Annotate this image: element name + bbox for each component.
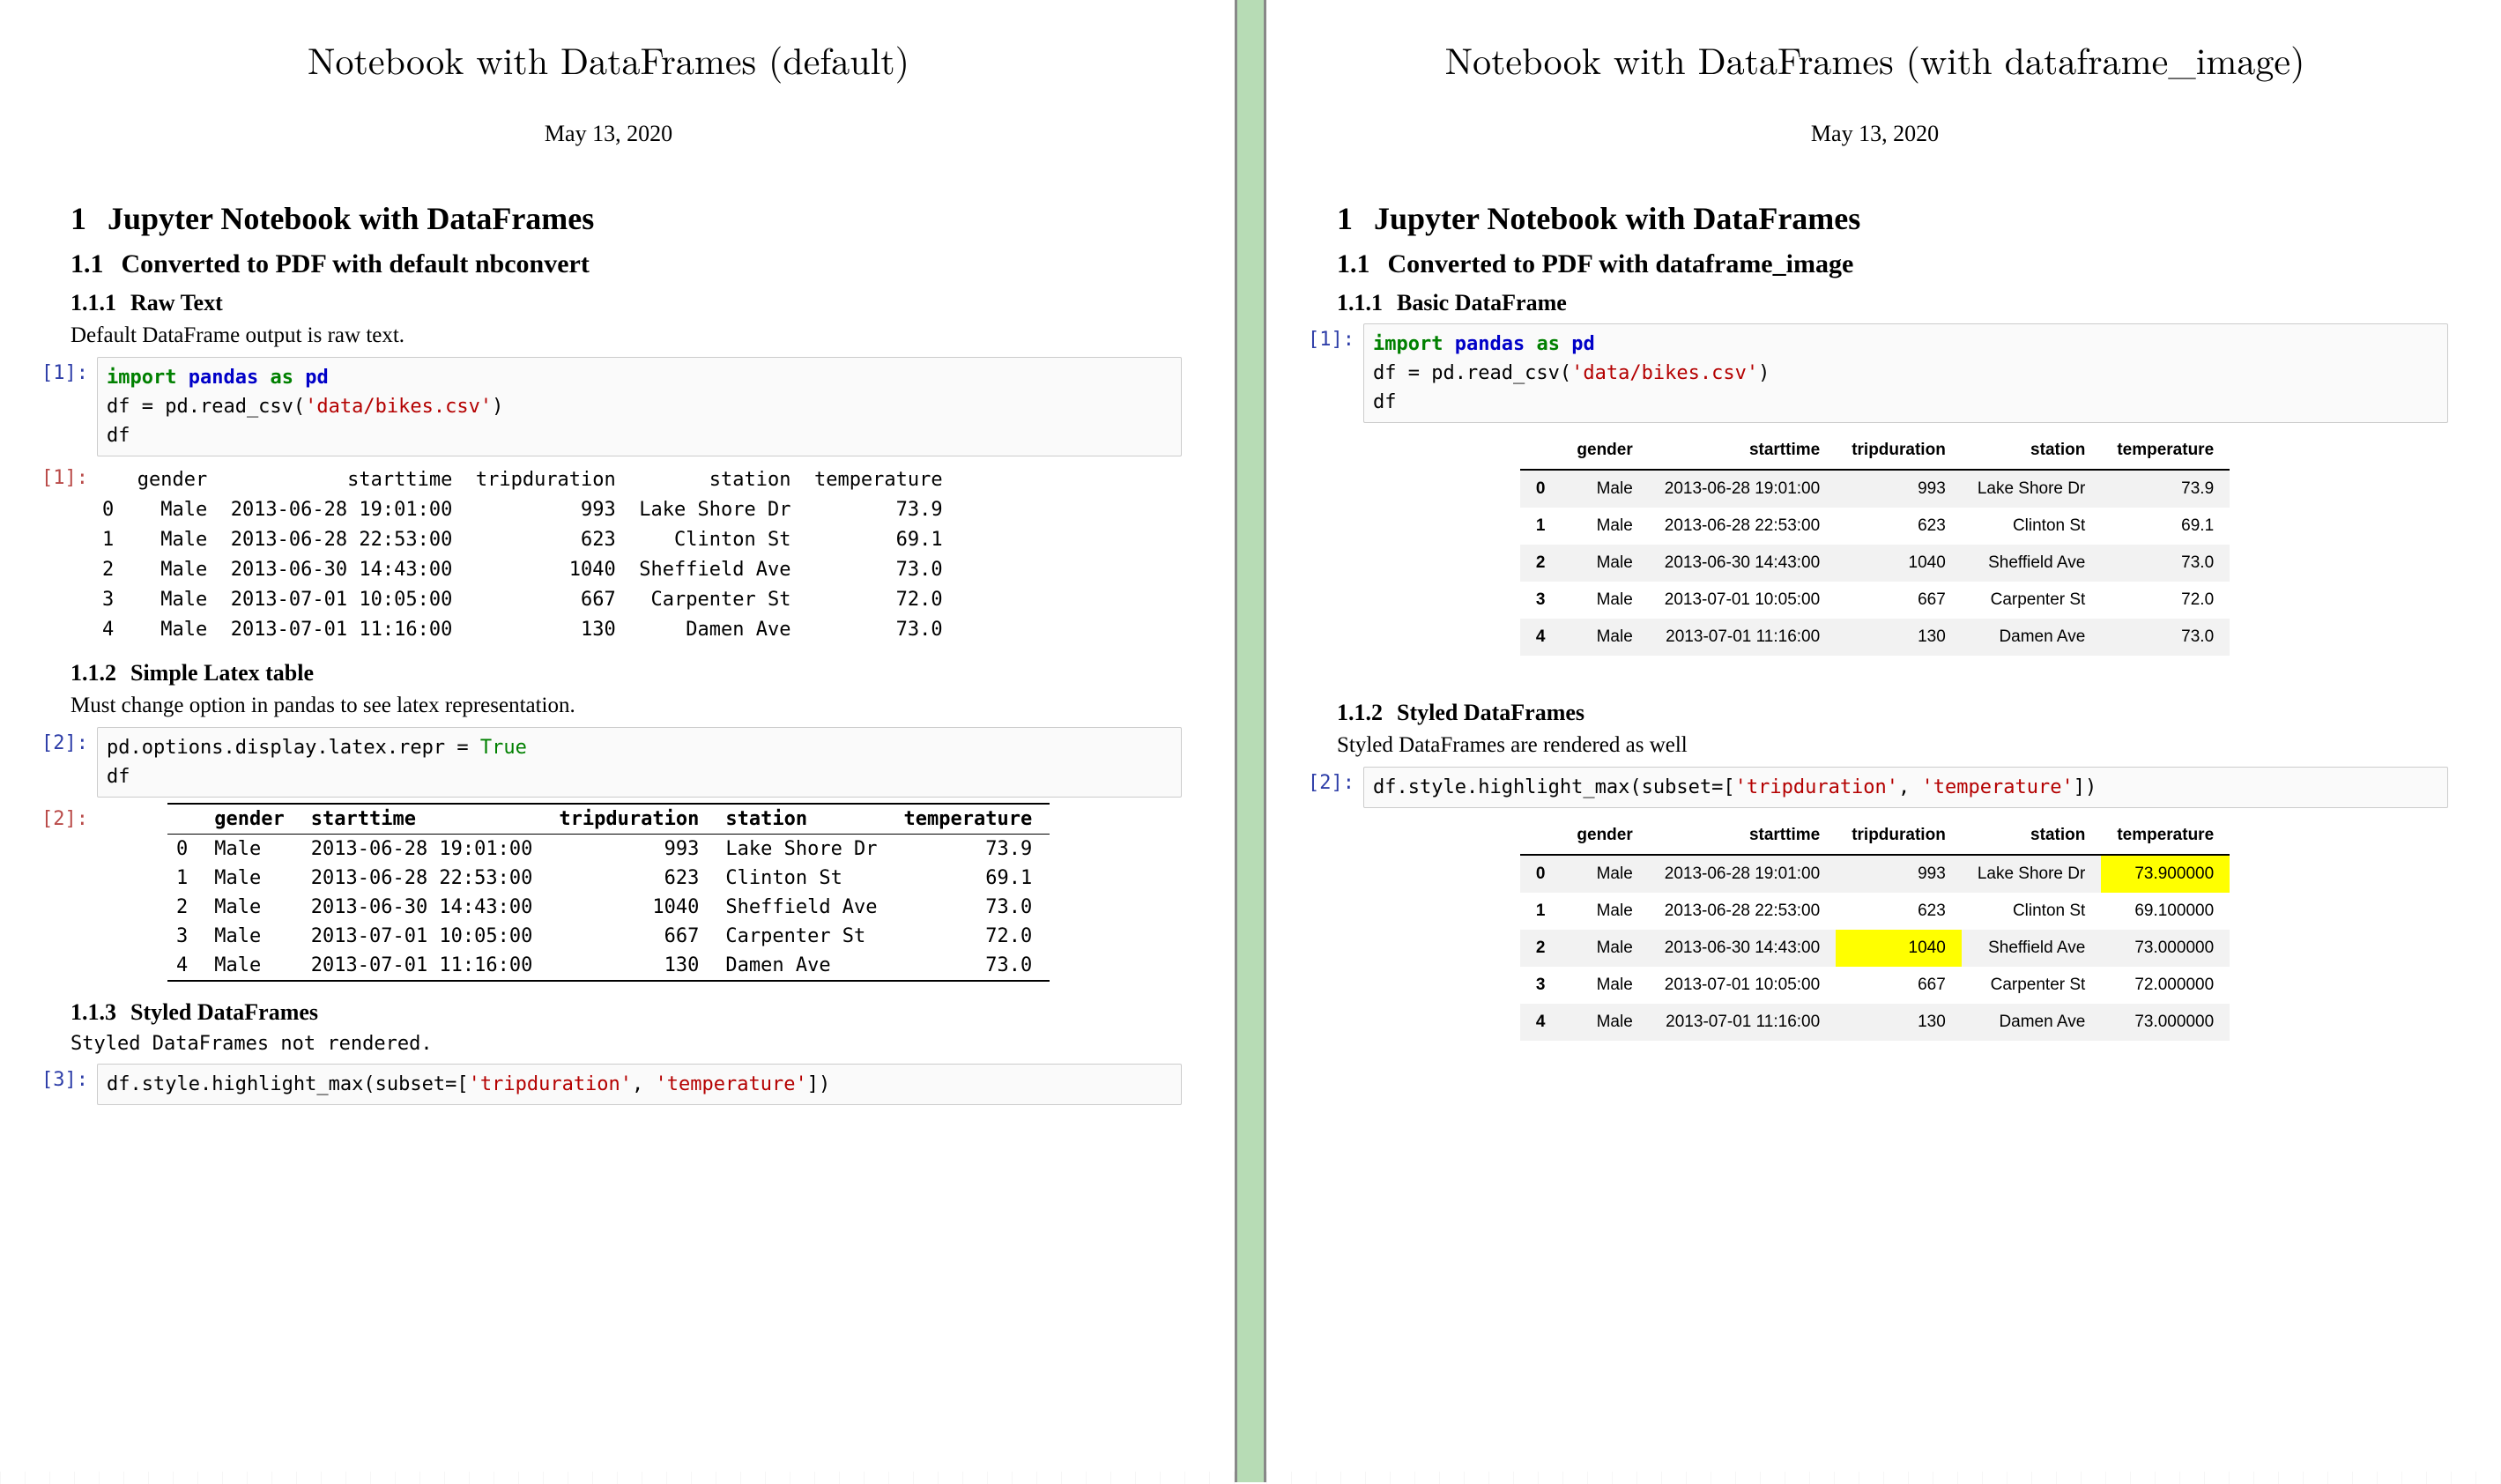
out-prompt: [1]: [35, 462, 97, 489]
right-in2-cell: [2]: df.style.highlight_max(subset=['tri… [1302, 767, 2448, 808]
comparison-container: Notebook with DataFrames (default) May 1… [0, 0, 2501, 1482]
code-block: import pandas as pd df = pd.read_csv('da… [97, 357, 1182, 456]
left-s111: 1.1.1Raw Text [71, 290, 1182, 316]
right-h2: 1.1Converted to PDF with dataframe_image [1337, 249, 2448, 279]
code-block: df.style.highlight_max(subset=['tripdura… [97, 1064, 1182, 1105]
code-block: pd.options.display.latex.repr = True df [97, 727, 1182, 798]
right-doc-date: May 13, 2020 [1302, 121, 2448, 147]
right-in1-cell: [1]: import pandas as pd df = pd.read_cs… [1302, 323, 2448, 423]
left-pane: Notebook with DataFrames (default) May 1… [0, 0, 1235, 1482]
right-s112-body: Styled DataFrames are rendered as well [1337, 733, 2448, 758]
left-doc-title: Notebook with DataFrames (default) [35, 33, 1182, 85]
in-prompt: [2]: [35, 727, 97, 754]
left-out1-cell: [1]: gender starttime tripduration stati… [35, 462, 1182, 649]
in-prompt: [3]: [35, 1064, 97, 1091]
left-doc-date: May 13, 2020 [35, 121, 1182, 147]
raw-text-output: gender starttime tripduration station te… [97, 462, 1182, 649]
left-s113: 1.1.3Styled DataFrames [71, 999, 1182, 1026]
code-block: import pandas as pd df = pd.read_csv('da… [1363, 323, 2448, 423]
code-block: df.style.highlight_max(subset=['tripdura… [1363, 767, 2448, 808]
right-s112: 1.1.2Styled DataFrames [1337, 700, 2448, 726]
left-s112: 1.1.2Simple Latex table [71, 660, 1182, 686]
pane-divider[interactable] [1235, 0, 1266, 1482]
right-s111: 1.1.1Basic DataFrame [1337, 290, 2448, 316]
in-prompt: [1]: [35, 357, 97, 384]
left-h1: 1Jupyter Notebook with DataFrames [71, 200, 1182, 237]
in-prompt: [1]: [1302, 323, 1363, 351]
html-dataframe-table: genderstarttimetripdurationstationtemper… [1520, 432, 2230, 656]
left-out2-cell: [2]: genderstarttimetripdurationstationt… [35, 803, 1182, 982]
out-prompt: [2]: [35, 803, 97, 830]
left-s112-body: Must change option in pandas to see late… [71, 694, 1182, 718]
left-in1-cell: [1]: import pandas as pd df = pd.read_cs… [35, 357, 1182, 456]
right-h1: 1Jupyter Notebook with DataFrames [1337, 200, 2448, 237]
left-h2: 1.1Converted to PDF with default nbconve… [71, 249, 1182, 279]
left-in2-cell: [2]: pd.options.display.latex.repr = Tru… [35, 727, 1182, 798]
styled-dataframe-table: genderstarttimetripdurationstationtemper… [1520, 817, 2230, 1041]
in-prompt: [2]: [1302, 767, 1363, 794]
right-doc-title: Notebook with DataFrames (with dataframe… [1302, 33, 2448, 85]
latex-table: genderstarttimetripdurationstationtemper… [167, 803, 1050, 982]
left-s111-body: Default DataFrame output is raw text. [71, 323, 1182, 348]
left-s113-body: Styled DataFrames not rendered. [71, 1033, 1182, 1055]
right-pane: Notebook with DataFrames (with dataframe… [1266, 0, 2501, 1482]
left-in3-cell: [3]: df.style.highlight_max(subset=['tri… [35, 1064, 1182, 1105]
